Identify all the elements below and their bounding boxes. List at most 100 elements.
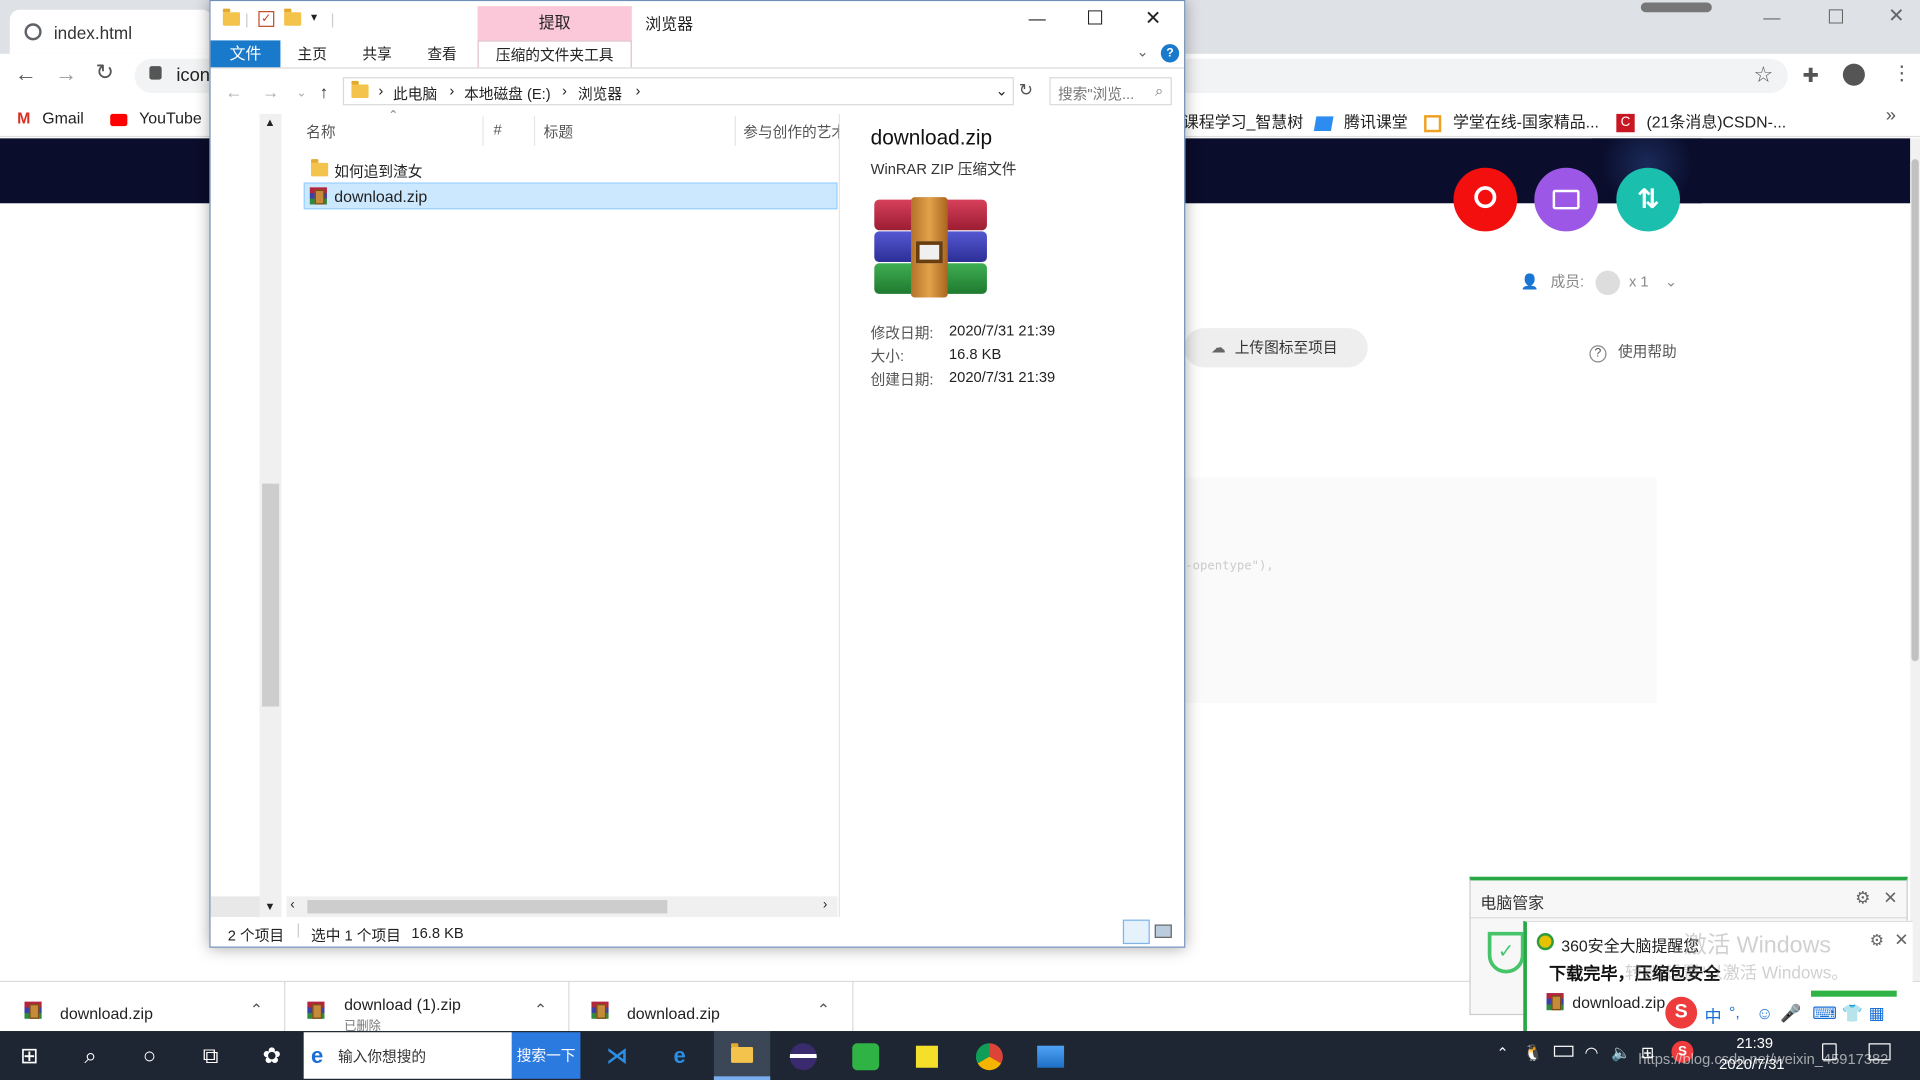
task-view-icon[interactable]: ⧉ <box>184 1031 238 1080</box>
browser-close-button[interactable]: ✕ <box>1888 4 1904 28</box>
back-icon[interactable]: ← <box>15 61 37 87</box>
tray-expand-icon[interactable]: ⌃ <box>1496 1044 1508 1061</box>
browser-maximize-button[interactable]: ☐ <box>1827 5 1845 29</box>
bookmark-youtube[interactable]: YouTube <box>110 109 202 127</box>
large-icons-view-icon[interactable] <box>1154 924 1172 938</box>
volume-icon[interactable]: 🔈 <box>1611 1043 1631 1063</box>
settings-icon[interactable]: ⚙ <box>1870 931 1884 951</box>
properties-icon[interactable]: ✓ <box>258 11 275 27</box>
bookmark-star-icon[interactable]: ☆ <box>1753 62 1773 88</box>
help-icon[interactable]: ? <box>1160 44 1180 63</box>
refresh-icon[interactable]: ↻ <box>1019 80 1033 101</box>
bookmark-gmail[interactable]: M Gmail <box>17 109 84 127</box>
eclipse-icon[interactable] <box>776 1031 830 1080</box>
skin-icon[interactable]: 👕 <box>1842 1003 1863 1024</box>
taskbar-search-input[interactable]: e 输入你想搜的 <box>303 1032 512 1079</box>
bookmark-xuetangx[interactable]: 学堂在线-国家精品... <box>1424 109 1599 132</box>
browser-tab-active[interactable]: index.html <box>9 9 212 54</box>
ribbon-tab-compressed-tools[interactable]: 压缩的文件夹工具 <box>477 40 632 68</box>
start-windows-icon[interactable]: ⊞ <box>2 1031 56 1080</box>
file-list-horizontal-scrollbar[interactable]: ‹ › <box>286 896 838 918</box>
forward-icon[interactable]: → <box>55 61 77 87</box>
up-arrow-icon[interactable]: ↑ <box>320 82 329 102</box>
chrome-icon[interactable] <box>962 1031 1016 1080</box>
bookmarks-more[interactable]: » <box>1886 105 1896 126</box>
extensions-icon[interactable]: ✚ <box>1802 64 1818 88</box>
close-icon[interactable]: ✕ <box>1894 929 1908 950</box>
scroll-left-icon[interactable]: ‹ <box>290 898 294 913</box>
browser-minimize-button[interactable]: — <box>1763 7 1780 27</box>
search-icon[interactable]: ⌕ <box>64 1031 118 1080</box>
reload-icon[interactable]: ↻ <box>96 60 114 86</box>
column-header-contributing-artists[interactable]: 参与创作的艺术 <box>743 121 839 142</box>
breadcrumb-drive-e[interactable]: 本地磁盘 (E:) <box>464 83 551 104</box>
scroll-up-icon[interactable]: ▲ <box>264 116 275 128</box>
app-pinwheel-icon[interactable]: ✿ <box>245 1031 299 1080</box>
details-view-icon[interactable] <box>1122 919 1150 945</box>
explorer-search-input[interactable]: 搜索"浏览... ⌕ <box>1049 77 1172 106</box>
nav-pane-scrollbar[interactable]: ▲ ▼ <box>259 113 282 918</box>
bookmark-zhihuishu[interactable]: 课程学习_智慧树 <box>1183 109 1303 132</box>
back-arrow-icon[interactable]: ← <box>225 82 242 102</box>
qq-icon[interactable]: 🐧 <box>1523 1043 1543 1063</box>
ribbon-expand-icon[interactable]: ⌄ <box>1136 43 1148 60</box>
breadcrumb-this-pc[interactable]: 此电脑 <box>393 83 437 104</box>
site-folder-button[interactable] <box>1534 167 1598 232</box>
wechat-camera-icon[interactable] <box>839 1031 893 1080</box>
cortana-icon[interactable]: ○ <box>122 1031 176 1080</box>
profile-icon[interactable] <box>1842 63 1865 86</box>
scroll-down-icon[interactable]: ▼ <box>264 900 275 912</box>
explorer-maximize-button[interactable]: ☐ <box>1086 6 1104 30</box>
site-transfer-button[interactable]: ⇅ <box>1616 167 1681 232</box>
download-item[interactable]: download (1).zip 已删除 ⌃ <box>285 980 570 1033</box>
ribbon-tab-share[interactable]: 共享 <box>353 40 402 67</box>
members-info[interactable]: 👤 成员: x 1 ⌄ <box>1521 270 1677 296</box>
column-header-title[interactable]: 标题 <box>544 121 573 142</box>
column-header-name[interactable]: 名称 <box>306 121 335 142</box>
photos-icon[interactable] <box>1024 1031 1078 1080</box>
bookmark-tencent-classroom[interactable]: 腾讯课堂 <box>1313 109 1408 132</box>
ribbon-tab-home[interactable]: 主页 <box>288 40 337 67</box>
punctuation-icon[interactable]: °, <box>1729 1003 1740 1021</box>
ribbon-tab-file[interactable]: 文件 <box>210 40 281 68</box>
help-link[interactable]: ? 使用帮助 <box>1589 340 1677 363</box>
battery-icon[interactable] <box>1553 1045 1574 1057</box>
ime-mode[interactable]: 中 <box>1704 1004 1721 1028</box>
address-breadcrumb[interactable]: › 此电脑 › 本地磁盘 (E:) › 浏览器 › ⌄ <box>342 77 1014 106</box>
new-folder-icon[interactable] <box>284 8 302 29</box>
keyboard-icon[interactable]: ⌨ <box>1812 1003 1837 1024</box>
page-scrollbar-thumb[interactable] <box>1911 159 1919 662</box>
forward-arrow-icon[interactable]: → <box>262 82 279 102</box>
upload-icons-button[interactable]: ☁ 上传图标至项目 <box>1184 328 1368 368</box>
taskbar-search-button[interactable]: 搜索一下 <box>511 1032 581 1079</box>
site-search-button[interactable] <box>1453 167 1518 232</box>
breadcrumb-browser[interactable]: 浏览器 <box>578 83 622 104</box>
explorer-close-button[interactable]: ✕ <box>1145 6 1161 30</box>
vscode-icon[interactable]: ⋊ <box>590 1031 644 1080</box>
clock-time[interactable]: 21:39 <box>1736 1035 1773 1052</box>
edge-icon[interactable]: e <box>653 1031 707 1080</box>
settings-icon[interactable]: ⚙ <box>1855 888 1870 909</box>
download-item[interactable]: download.zip ⌃ <box>0 980 286 1032</box>
sogou-ime-icon[interactable]: S <box>1665 996 1698 1029</box>
horizontal-scrollbar-thumb[interactable] <box>307 900 668 914</box>
bookmark-csdn[interactable]: C (21条消息)CSDN-... <box>1616 109 1786 133</box>
file-row-selected[interactable]: download.zip <box>303 182 838 210</box>
scroll-right-icon[interactable]: › <box>823 898 827 913</box>
menu-icon[interactable]: ⋮ <box>1892 61 1912 85</box>
microphone-icon[interactable]: 🎤 <box>1780 1003 1801 1024</box>
chevron-up-icon[interactable]: ⌃ <box>534 1000 547 1020</box>
column-header-number[interactable]: # <box>493 121 501 138</box>
close-icon[interactable]: ✕ <box>1883 888 1897 909</box>
quick-access-dropdown-icon[interactable]: ▾ <box>311 11 317 24</box>
explorer-taskbar-icon[interactable] <box>713 1031 771 1080</box>
context-tab-extract[interactable]: 提取 <box>477 6 632 41</box>
nav-pane-scrollbar-thumb[interactable] <box>262 483 280 707</box>
address-dropdown-icon[interactable]: ⌄ <box>996 82 1008 99</box>
explorer-minimize-button[interactable]: — <box>1029 9 1046 29</box>
download-item[interactable]: download.zip ⌃ <box>569 980 854 1032</box>
chevron-up-icon[interactable]: ⌃ <box>250 1000 263 1020</box>
ribbon-tab-view[interactable]: 查看 <box>418 40 467 67</box>
emoji-icon[interactable]: ☺ <box>1756 1003 1774 1023</box>
chevron-up-icon[interactable]: ⌃ <box>817 1000 830 1020</box>
